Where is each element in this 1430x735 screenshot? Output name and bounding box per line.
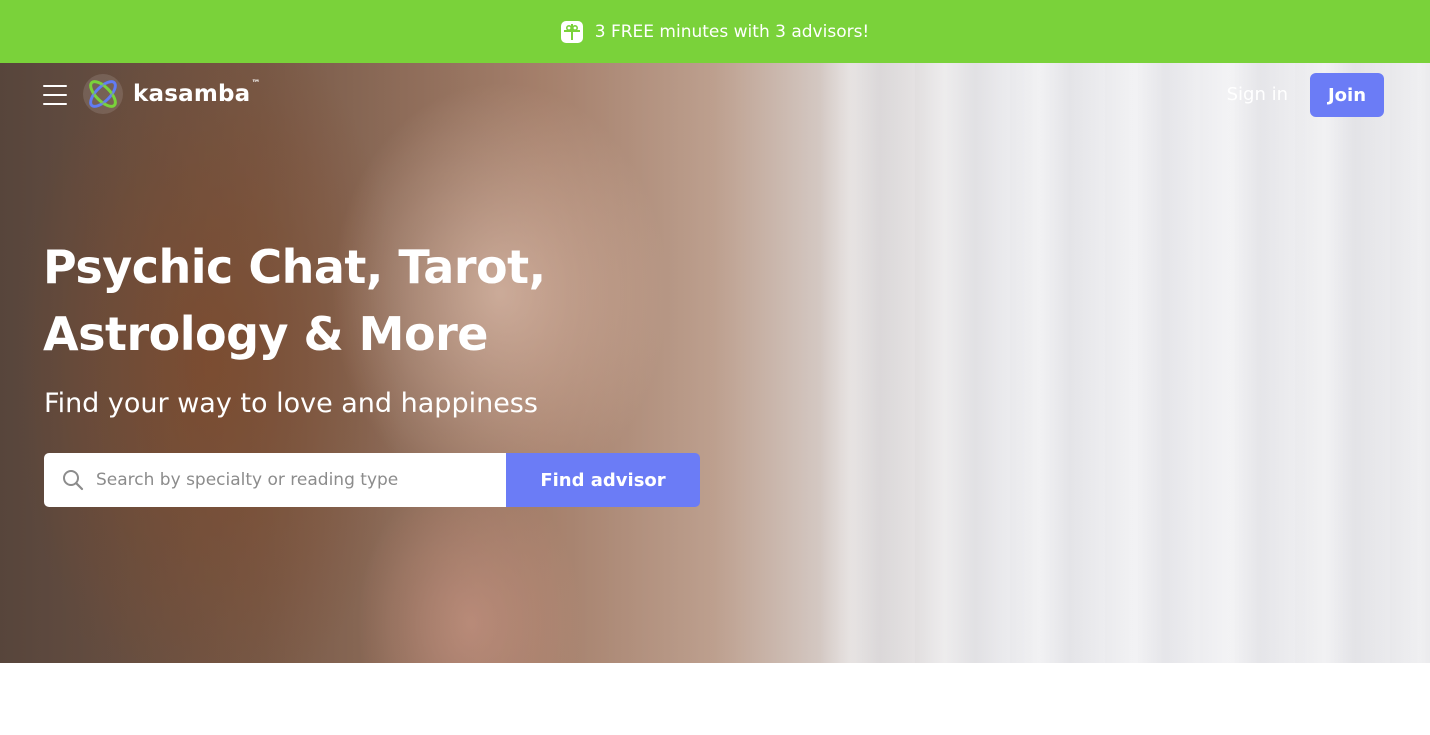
logo-trademark: ™ [251, 79, 261, 89]
menu-bar [43, 103, 67, 105]
search-input[interactable] [96, 460, 486, 500]
promo-banner[interactable]: 3 FREE minutes with 3 advisors! [0, 0, 1430, 63]
menu-bar [43, 85, 67, 87]
hero-headline-line-2: Astrology & More [43, 307, 488, 361]
hero-headline: Psychic Chat, Tarot, Astrology & More [43, 234, 683, 368]
search-box[interactable] [44, 453, 506, 507]
search-icon [63, 470, 84, 491]
hamburger-menu-icon[interactable] [43, 85, 67, 105]
kasamba-logo[interactable]: kasamba ™ [82, 73, 260, 115]
gift-icon [560, 20, 583, 43]
sign-in-link[interactable]: Sign in [1227, 82, 1288, 108]
promo-text: 3 FREE minutes with 3 advisors! [594, 21, 870, 42]
logo-wordmark: kasamba [133, 81, 251, 107]
join-button[interactable]: Join [1310, 73, 1384, 117]
hero-subheadline: Find your way to love and happiness [44, 388, 538, 419]
kasamba-logo-icon [83, 74, 123, 114]
menu-bar [43, 94, 67, 96]
hero-headline-line-1: Psychic Chat, Tarot, [43, 240, 546, 294]
find-advisor-button[interactable]: Find advisor [506, 453, 700, 507]
